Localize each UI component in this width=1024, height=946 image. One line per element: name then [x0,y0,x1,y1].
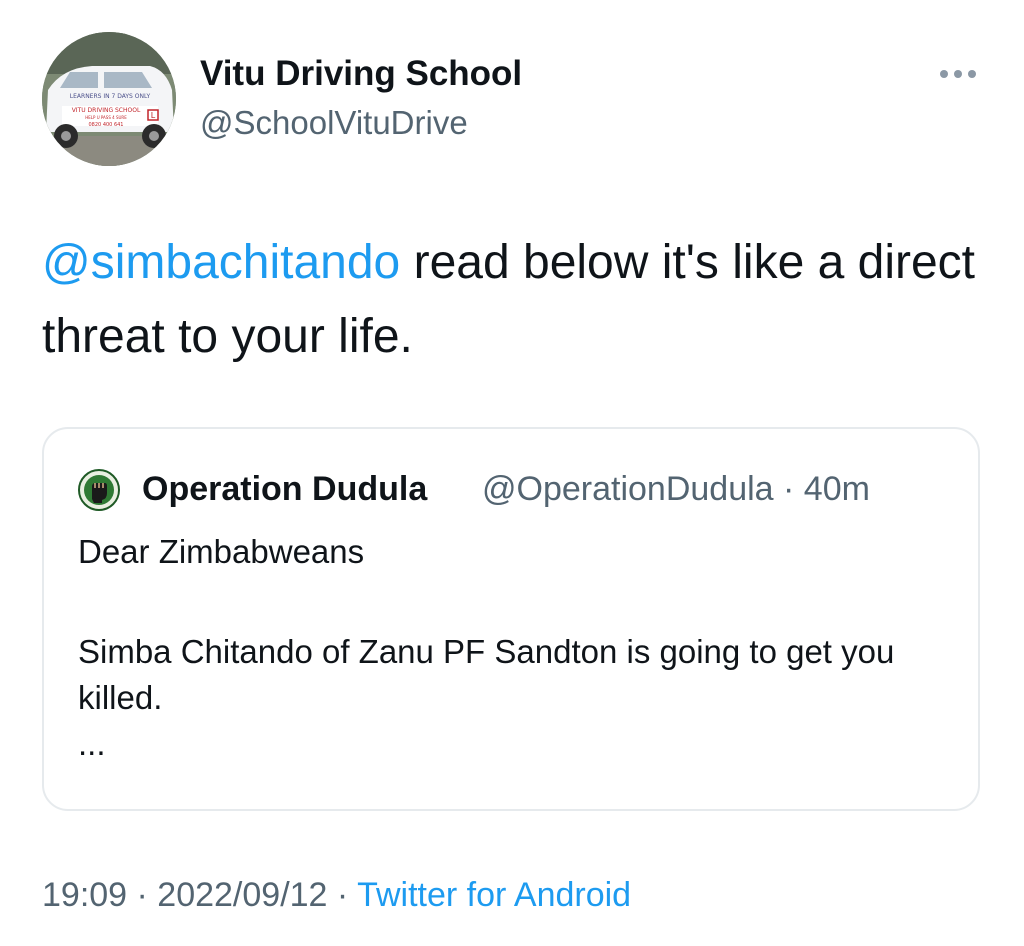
svg-text:0820 400 641: 0820 400 641 [89,122,124,128]
svg-text:HELP U PASS 4 SURE: HELP U PASS 4 SURE [85,115,127,120]
fist-logo-icon [78,469,120,511]
quoted-tweet-body: Dear Zimbabweans Simba Chitando of Zanu … [78,529,948,767]
svg-text:VITU DRIVING SCHOOL: VITU DRIVING SCHOOL [72,107,141,114]
author-handle[interactable]: @SchoolVituDrive [200,104,468,142]
driving-school-car-icon: LEARNERS IN 7 DAYS ONLY VITU DRIVING SCH… [42,32,176,166]
quoted-text-line: Dear Zimbabweans [78,533,365,570]
tweet-text: @simbachitando read below it's like a di… [42,226,982,374]
more-dot [954,70,962,78]
quoted-text-line: Simba Chitando of Zanu PF Sandton is goi… [78,633,895,716]
more-dot [968,70,976,78]
svg-text:LEARNERS IN 7 DAYS ONLY: LEARNERS IN 7 DAYS ONLY [70,93,151,100]
quoted-author-handle-time[interactable]: @OperationDudula · 40m [482,467,870,511]
tweet-detail-view: LEARNERS IN 7 DAYS ONLY VITU DRIVING SCH… [0,0,1024,946]
quoted-author-name[interactable]: Operation Dudula [142,467,427,511]
author-display-name[interactable]: Vitu Driving School [200,54,522,94]
mention-link[interactable]: @simbachitando [42,236,400,289]
quoted-text-ellipsis: ... [78,725,106,762]
author-avatar[interactable]: LEARNERS IN 7 DAYS ONLY VITU DRIVING SCH… [42,32,176,166]
quoted-tweet[interactable]: Operation Dudula @OperationDudula · 40m … [42,427,980,811]
source-label[interactable]: Twitter for Android [357,876,631,914]
more-dot [940,70,948,78]
tweet-header: LEARNERS IN 7 DAYS ONLY VITU DRIVING SCH… [42,32,992,172]
timestamp[interactable]: 19:09 · 2022/09/12 · [42,876,357,914]
svg-text:L: L [151,111,156,120]
more-options-icon[interactable] [938,66,978,80]
tweet-metadata: 19:09 · 2022/09/12 · Twitter for Android [42,876,631,915]
